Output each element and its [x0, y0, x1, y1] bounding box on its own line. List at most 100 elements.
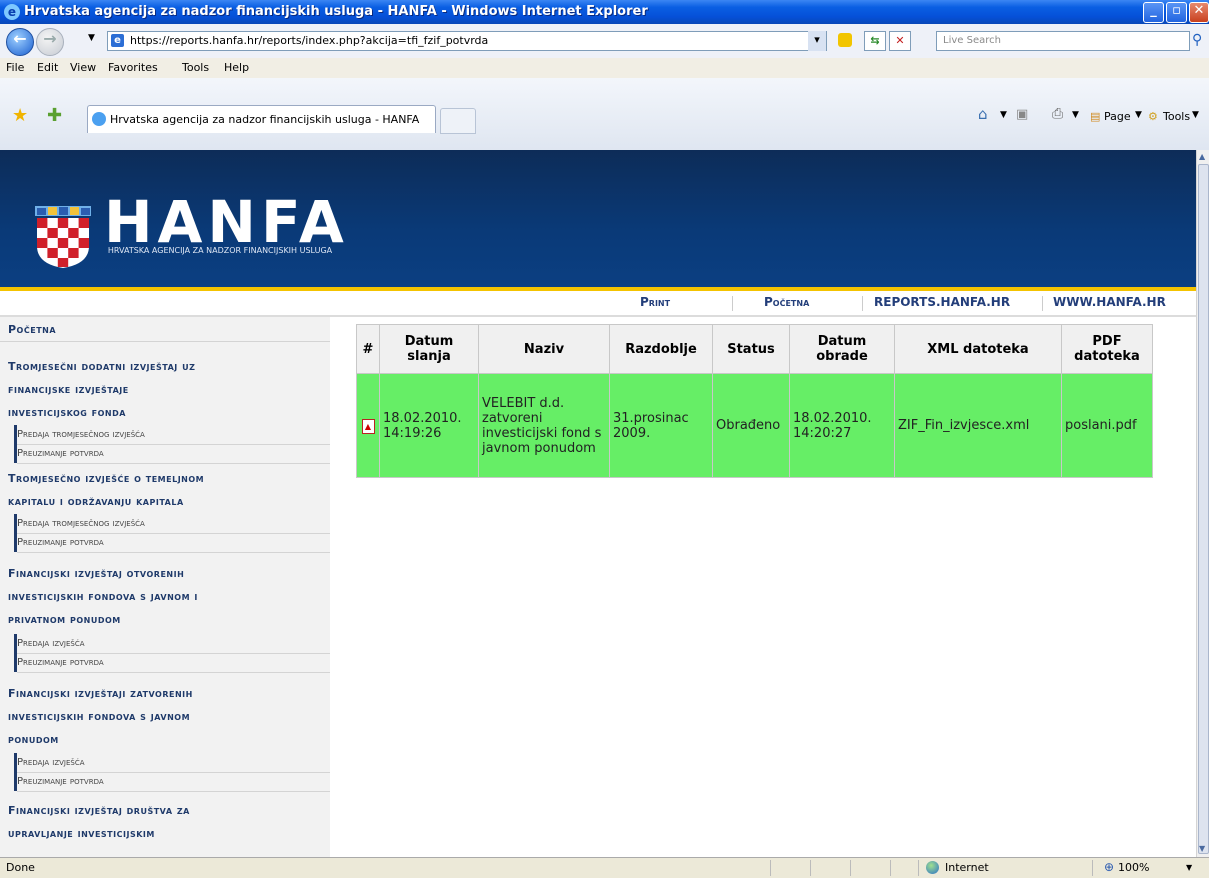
- sidebar-section-title[interactable]: Financijski izvještaji zatvorenih: [8, 687, 193, 700]
- sidebar-section-title[interactable]: Financijski izvještaj otvorenih: [8, 567, 184, 580]
- sidebar-link-predaja[interactable]: Predaja izvješća: [17, 634, 330, 654]
- menu-favorites[interactable]: Favorites: [108, 61, 158, 74]
- menu-tools[interactable]: Tools: [182, 61, 209, 74]
- nav-separator: [1042, 296, 1043, 311]
- address-bar[interactable]: e https://reports.hanfa.hr/reports/index…: [107, 31, 827, 51]
- sidebar-section-title[interactable]: kapitalu i održavanju kapitala: [8, 495, 184, 508]
- page-menu-button[interactable]: Page: [1104, 110, 1131, 123]
- sidebar-link-potvrda[interactable]: Preuzimanje potvrda: [17, 653, 330, 673]
- nav-www-link[interactable]: WWW.HANFA.HR: [1053, 295, 1166, 309]
- sidebar-link-predaja[interactable]: Predaja tromjesečnog izvješća: [17, 425, 330, 445]
- sidebar-link-predaja[interactable]: Predaja tromjesečnog izvješća: [17, 514, 330, 534]
- hanfa-banner: HANFA HRVATSKA AGENCIJA ZA NADZOR FINANC…: [0, 150, 1196, 287]
- nav-home-link[interactable]: Početna: [764, 295, 809, 309]
- search-icon[interactable]: ⚲: [1192, 32, 1202, 48]
- address-dropdown-icon[interactable]: ▾: [808, 31, 826, 51]
- cell-status: Obrađeno: [712, 373, 790, 478]
- sidebar-link-potvrda[interactable]: Preuzimanje potvrda: [17, 444, 330, 464]
- menu-help[interactable]: Help: [224, 61, 249, 74]
- sidebar-link-potvrda[interactable]: Preuzimanje potvrda: [17, 533, 330, 553]
- page-dropdown-icon[interactable]: ▼: [1135, 110, 1142, 120]
- scroll-down-icon[interactable]: ▼: [1199, 844, 1205, 853]
- sidebar-section-title[interactable]: investicijskog fonda: [8, 406, 126, 419]
- col-header-razdoblje: Razdoblje: [609, 324, 713, 374]
- tab-ie-icon: [92, 112, 106, 126]
- address-toolbar: ← → ▼ e https://reports.hanfa.hr/reports…: [0, 24, 1209, 59]
- cell-naziv: VELEBIT d.d. zatvoreni investicijski fon…: [478, 373, 610, 478]
- status-divider: [918, 860, 919, 876]
- scrollbar-thumb[interactable]: [1198, 164, 1209, 854]
- status-divider: [890, 860, 891, 876]
- tools-gear-icon: ⚙: [1148, 110, 1158, 123]
- window-title-bar[interactable]: e Hrvatska agencija za nadzor financijsk…: [0, 0, 1209, 24]
- status-divider: [770, 860, 771, 876]
- cell-pdf-file[interactable]: poslani.pdf: [1061, 373, 1153, 478]
- menu-view[interactable]: View: [70, 61, 96, 74]
- sidebar: Početna Tromjesečni dodatni izvještaj uz…: [0, 317, 330, 857]
- home-icon[interactable]: ⌂: [978, 105, 988, 123]
- maximize-button[interactable]: ▫: [1166, 2, 1187, 23]
- refresh-icon[interactable]: ⇆: [864, 31, 886, 51]
- tools-menu-button[interactable]: Tools: [1163, 110, 1190, 123]
- menu-bar: File Edit View Favorites Tools Help: [0, 58, 1209, 79]
- home-dropdown-icon[interactable]: ▼: [1000, 110, 1007, 120]
- back-button[interactable]: ←: [6, 28, 34, 56]
- menu-file[interactable]: File: [6, 61, 24, 74]
- sidebar-section-title[interactable]: investicijskih fondova s javnom: [8, 710, 190, 723]
- cell-datum-obrade: 18.02.2010. 14:20:27: [789, 373, 895, 478]
- lock-icon[interactable]: [838, 33, 852, 47]
- cell-razdoblje: 31.prosinac 2009.: [609, 373, 713, 478]
- sidebar-section-title[interactable]: investicijskih fondova s javnom i: [8, 590, 198, 603]
- sidebar-section-title[interactable]: Tromjesečni dodatni izvještaj uz: [8, 360, 195, 373]
- sidebar-home-link[interactable]: Početna: [8, 323, 56, 336]
- sidebar-section-title[interactable]: Financijski izvještaj društva za: [8, 804, 190, 817]
- sidebar-link-potvrda[interactable]: Preuzimanje potvrda: [17, 772, 330, 792]
- sidebar-section-title[interactable]: ponudom: [8, 733, 59, 746]
- sidebar-link-predaja[interactable]: Predaja izvješća: [17, 753, 330, 773]
- table-header-row: # Datum slanja Naziv Razdoblje Status Da…: [356, 324, 1153, 374]
- sidebar-section-title[interactable]: upravljanje investicijskim: [8, 827, 155, 840]
- sidebar-section-title[interactable]: financijske izvještaje: [8, 383, 129, 396]
- pdf-icon[interactable]: ▲: [356, 373, 380, 478]
- forward-button[interactable]: →: [36, 28, 64, 56]
- sidebar-section-title[interactable]: Tromjesečno izvješće o temeljnom: [8, 472, 204, 485]
- top-nav: Print Početna REPORTS.HANFA.HR WWW.HANFA…: [0, 291, 1196, 317]
- zoom-dropdown-icon[interactable]: ▼: [1186, 863, 1192, 872]
- cell-datum-slanja: 18.02.2010. 14:19:26: [379, 373, 479, 478]
- stop-icon[interactable]: ✕: [889, 31, 911, 51]
- cell-xml-file[interactable]: ZIF_Fin_izvjesce.xml: [894, 373, 1062, 478]
- menu-edit[interactable]: Edit: [37, 61, 58, 74]
- ie-logo-icon: e: [4, 4, 20, 20]
- status-text: Done: [6, 861, 35, 874]
- status-divider: [810, 860, 811, 876]
- sidebar-section-title[interactable]: privatnom ponudom: [8, 613, 121, 626]
- sidebar-divider: [0, 341, 330, 342]
- status-divider: [1092, 860, 1093, 876]
- scroll-up-icon[interactable]: ▲: [1199, 152, 1205, 161]
- minimize-button[interactable]: _: [1143, 2, 1164, 23]
- print-dropdown-icon[interactable]: ▼: [1072, 110, 1079, 120]
- table-row: ▲ 18.02.2010. 14:19:26 VELEBIT d.d. zatv…: [356, 373, 1153, 478]
- nav-reports-link[interactable]: REPORTS.HANFA.HR: [874, 295, 1010, 309]
- page-icon: e: [111, 34, 124, 47]
- tools-dropdown-icon[interactable]: ▼: [1192, 110, 1199, 120]
- tab-toolbar: ★ ✚ Hrvatska agencija za nadzor financij…: [0, 78, 1209, 150]
- feeds-icon[interactable]: ▣: [1016, 107, 1028, 122]
- col-header-xml: XML datoteka: [894, 324, 1062, 374]
- history-dropdown-icon[interactable]: ▼: [88, 33, 95, 43]
- close-button[interactable]: ✕: [1189, 2, 1209, 23]
- vertical-scrollbar[interactable]: ▲ ▼: [1196, 150, 1209, 857]
- tab-hanfa[interactable]: Hrvatska agencija za nadzor financijskih…: [87, 105, 436, 133]
- nav-separator: [732, 296, 733, 311]
- tab-title: Hrvatska agencija za nadzor financijskih…: [110, 113, 420, 126]
- zoom-icon[interactable]: ⊕: [1104, 860, 1114, 874]
- zoom-level[interactable]: 100%: [1118, 861, 1149, 874]
- add-favorite-icon[interactable]: ✚: [47, 105, 62, 126]
- page-icon: ▤: [1090, 110, 1101, 123]
- new-tab-button[interactable]: [440, 108, 476, 134]
- search-input[interactable]: Live Search: [936, 31, 1190, 51]
- print-icon[interactable]: ⎙: [1052, 106, 1063, 122]
- favorites-star-icon[interactable]: ★: [12, 105, 28, 126]
- nav-print-link[interactable]: Print: [640, 295, 670, 309]
- nav-separator: [862, 296, 863, 311]
